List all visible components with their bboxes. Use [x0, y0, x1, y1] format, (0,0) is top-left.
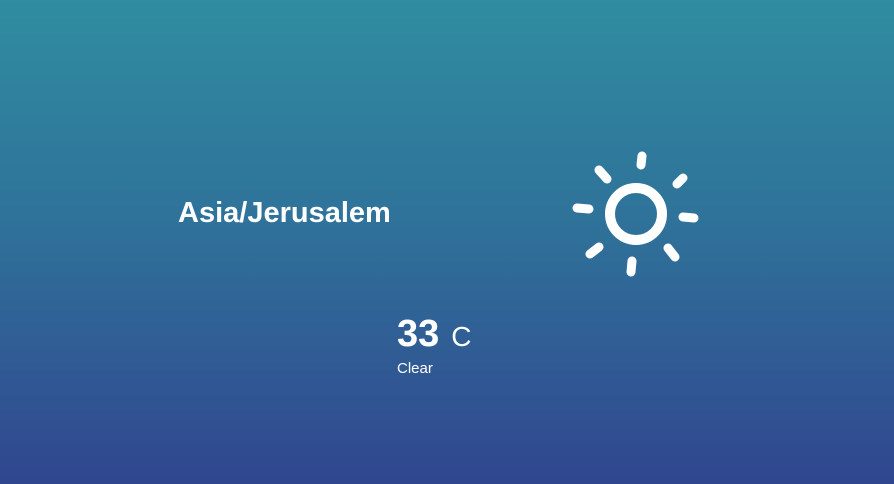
temperature-block: 33 C Clear: [397, 312, 527, 378]
temperature-row: 33 C: [397, 312, 527, 356]
temperature-value: 33: [397, 313, 440, 355]
city-name: Asia/Jerusalem: [178, 197, 391, 229]
sun-icon: [568, 146, 706, 282]
weather-condition: Clear: [397, 360, 433, 377]
temperature-unit: C: [451, 321, 472, 352]
